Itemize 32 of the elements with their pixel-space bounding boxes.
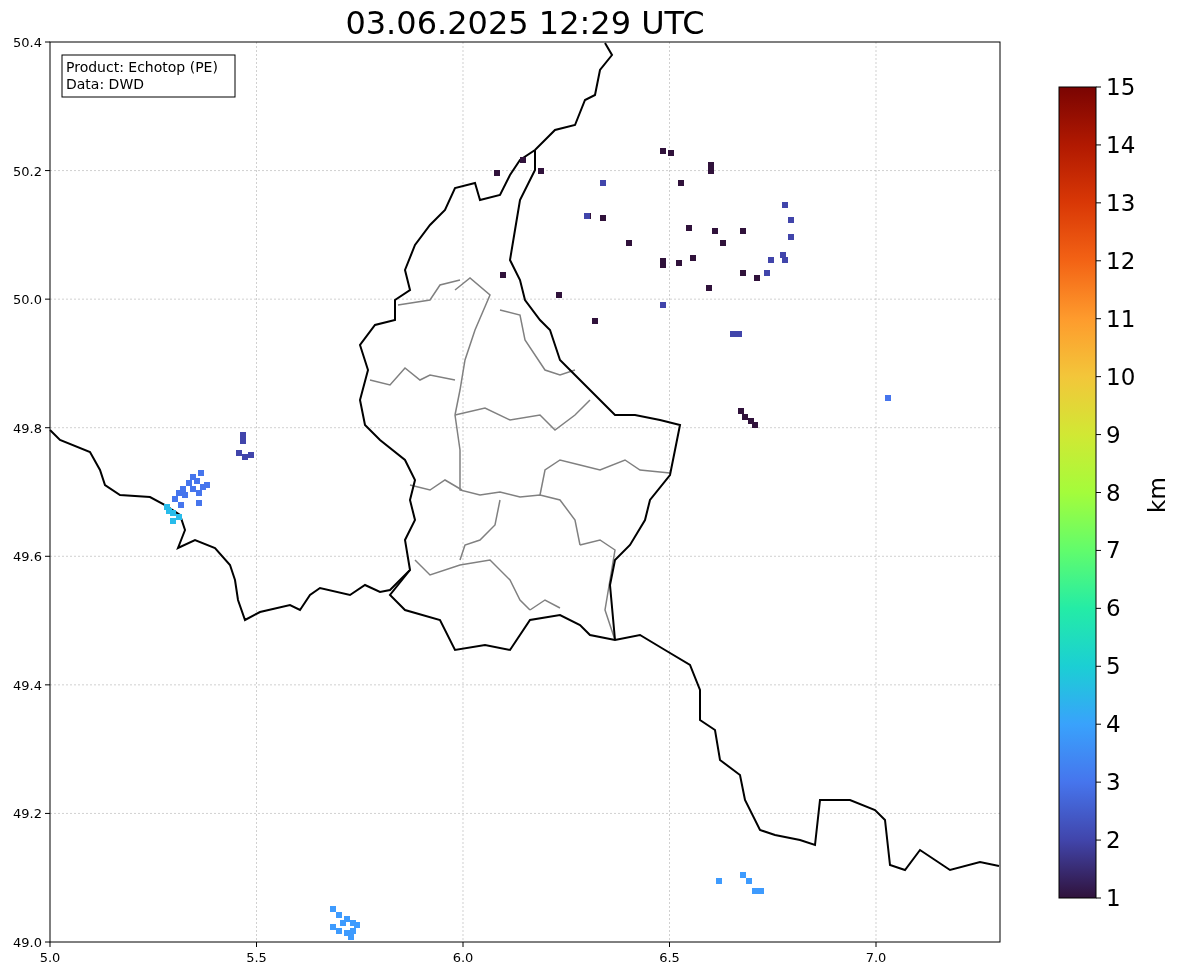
colorbar-tick-label: 8	[1106, 479, 1121, 506]
colorbar-tick-label: 5	[1106, 653, 1121, 680]
x-tick-label: 5.5	[246, 950, 267, 965]
colorbar-tick-label: 3	[1106, 769, 1121, 796]
y-tick-label: 49.6	[13, 549, 42, 565]
chart-title: 03.06.2025 12:29 UTC	[345, 4, 705, 42]
colorbar-tick-label: 7	[1106, 537, 1121, 564]
y-tick-label: 49.8	[13, 420, 42, 436]
annotation-text: Product: Echotop (PE)	[66, 59, 218, 75]
colorbar-tick-label: 11	[1106, 305, 1136, 332]
colorbar-tick-label: 2	[1106, 827, 1121, 854]
y-tick-label: 49.4	[13, 677, 42, 693]
colorbar-tick-label: 1	[1106, 885, 1121, 911]
colorbar-tick-label: 4	[1106, 711, 1121, 738]
y-tick-label: 50.4	[13, 35, 42, 50]
colorbar-tick-label: 13	[1106, 189, 1136, 216]
x-tick-label: 7.0	[865, 950, 887, 965]
x-tick-label: 5.0	[39, 950, 61, 965]
colorbar-tick-label: 15	[1106, 74, 1136, 100]
colorbar-tick-label: 6	[1106, 595, 1121, 622]
colorbar-tick-label: 12	[1106, 247, 1136, 274]
x-tick-label: 6.5	[659, 950, 680, 965]
y-tick-label: 50.2	[13, 163, 42, 179]
colorbar-label: km	[1144, 477, 1170, 513]
y-tick-label: 50.0	[13, 292, 42, 308]
y-tick-label: 49.0	[13, 935, 42, 950]
y-tick-label: 49.2	[13, 806, 42, 822]
colorbar-tick-label: 14	[1106, 131, 1136, 158]
colorbar-tick-label: 10	[1106, 363, 1136, 390]
x-tick-label: 6.0	[452, 950, 474, 965]
colorbar-tick-label: 9	[1106, 421, 1121, 448]
annotation-text: Data: DWD	[66, 76, 144, 92]
